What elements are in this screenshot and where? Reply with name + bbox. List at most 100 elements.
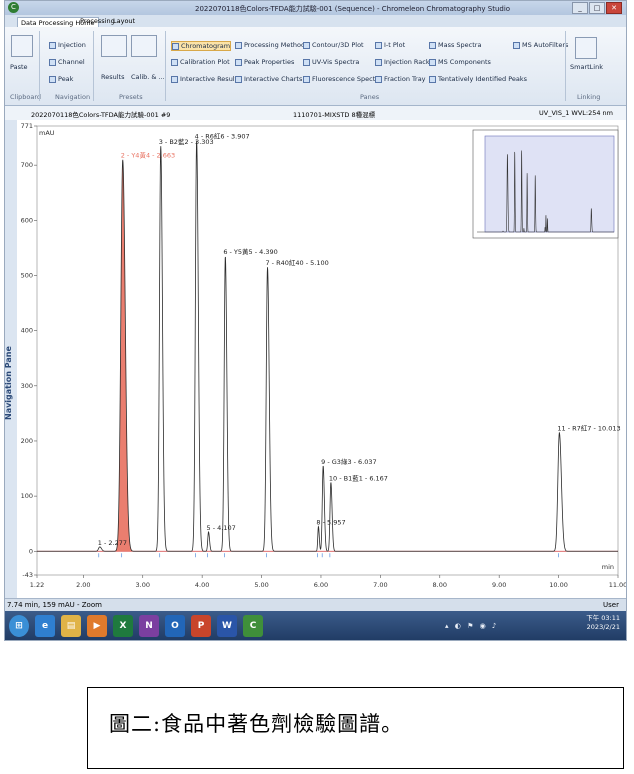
media-icon[interactable]: ▶	[87, 615, 107, 637]
tab-processing[interactable]: Processing	[80, 17, 115, 25]
minimize-button[interactable]: _	[572, 2, 588, 14]
peak-label: 5 - 4.107	[207, 524, 236, 532]
i-t-plot-icon	[375, 41, 382, 49]
pane-interactive-charts[interactable]: Interactive Charts	[235, 75, 302, 83]
pane-tentatively-identified-peaks[interactable]: Tentatively Identified Peaks	[429, 75, 527, 83]
chromatogram-icon	[172, 42, 179, 50]
x-tick-label: 10.00	[549, 581, 568, 589]
pane-chromatogram[interactable]: Chromatogram	[171, 41, 232, 51]
fluorescence-spectra-icon	[303, 75, 310, 83]
clock[interactable]: 下午 03:11 2023/2/21	[586, 614, 620, 632]
mass-spectra-icon	[429, 41, 436, 49]
tab-layout[interactable]: Layout	[113, 17, 135, 25]
x-tick-label: 4.00	[195, 581, 209, 589]
peak-label: 6 - Y5黃5 - 4.390	[223, 247, 277, 256]
ribbon-divider	[93, 31, 94, 101]
outlook-icon[interactable]: O	[165, 615, 185, 637]
channel-label: UV_VIS_1 WVL:254 nm	[539, 109, 614, 117]
powerpoint-icon[interactable]: P	[191, 615, 211, 637]
group-navigation: Navigation	[55, 93, 91, 101]
peak-icon	[49, 75, 56, 83]
pane-contour-3d-plot[interactable]: Contour/3D Plot	[303, 41, 364, 49]
onenote-icon[interactable]: N	[139, 615, 159, 637]
title-bar: C 2022070118色Colors-TFDA能力試驗-001 (Sequen…	[5, 1, 626, 15]
system-tray-icons[interactable]: ▴ ◐ ⚑ ◉ ♪	[445, 622, 498, 630]
group-presets: Presets	[119, 93, 143, 101]
pane-calibration-plot[interactable]: Calibration Plot	[171, 58, 230, 66]
chromeleon-taskbar-icon[interactable]: C	[243, 615, 263, 637]
nav-peak[interactable]: Peak	[49, 75, 73, 83]
navigation-pane-label: Navigation Pane	[4, 346, 13, 420]
chromatogram-chart[interactable]: -43 0 100 200 300 400 500 600 700 771 mAU 1.22 2.00 3…	[17, 120, 626, 598]
y-tick-label: 400	[21, 327, 33, 335]
smartlink-icon[interactable]	[575, 37, 597, 59]
screenshot-window: C 2022070118色Colors-TFDA能力試驗-001 (Sequen…	[4, 0, 627, 641]
channel-icon	[49, 58, 56, 66]
taskbar: ⊞ e ▤ ▶ X N O P W C ▴ ◐ ⚑ ◉ ♪ 下午 03:11 2…	[5, 611, 626, 640]
x-tick-label: 9.00	[492, 581, 506, 589]
uv-vis-spectra-icon	[303, 58, 310, 66]
figure-caption: 圖二:食品中著色劑檢驗圖譜。	[109, 712, 404, 736]
y-tick-label: 300	[21, 382, 33, 390]
peak-label: 10 - B1藍1 - 6.167	[329, 473, 388, 482]
paste-icon[interactable]	[11, 35, 33, 57]
pane-mass-spectra[interactable]: Mass Spectra	[429, 41, 481, 49]
x-tick-label: 2.00	[76, 581, 90, 589]
peak-label: 2 - Y4黃4 - 2.663	[121, 151, 175, 160]
chromatogram-svg[interactable]: -43 0 100 200 300 400 500 600 700 771 mAU 1.22 2.00 3…	[17, 120, 626, 598]
x-tick-label: 5.00	[254, 581, 268, 589]
word-icon[interactable]: W	[217, 615, 237, 637]
peak-properties-icon	[235, 58, 242, 66]
pane-processing-method[interactable]: Processing Method	[235, 41, 305, 49]
pane-peak-properties[interactable]: Peak Properties	[235, 58, 294, 66]
injection-rack-icon	[375, 58, 382, 66]
tentative-peaks-icon	[429, 75, 436, 83]
pane-ms-autofilters[interactable]: MS AutoFilters	[513, 41, 568, 49]
ribbon-divider	[565, 31, 566, 101]
peak-label: 1 - 2.277	[98, 539, 127, 547]
contour-plot-icon	[303, 41, 310, 49]
ie-icon[interactable]: e	[35, 615, 55, 637]
close-button[interactable]: ✕	[606, 2, 622, 14]
interactive-charts-icon	[235, 75, 242, 83]
y-tick-label: 500	[21, 271, 33, 279]
group-linking: Linking	[577, 93, 601, 101]
smartlink-button[interactable]: SmartLink	[570, 63, 603, 71]
chromeleon-icon[interactable]: C	[8, 2, 19, 13]
user-indicator: User	[603, 601, 619, 609]
paste-button[interactable]: Paste	[10, 63, 28, 71]
calibration-preset-icon[interactable]	[131, 35, 157, 57]
x-tick-label: 3.00	[136, 581, 150, 589]
highlighted-peak-area	[104, 159, 145, 552]
peak-label: 9 - G3綠3 - 6.037	[321, 457, 377, 466]
status-bar: 7.74 min, 159 mAU - Zoom User	[5, 598, 626, 612]
pane-i-t-plot[interactable]: I-t Plot	[375, 41, 405, 49]
excel-icon[interactable]: X	[113, 615, 133, 637]
sample-label: 1110701-MIXSTD 8種混標	[293, 111, 376, 119]
nav-injection[interactable]: Injection	[49, 41, 86, 49]
results-preset-icon[interactable]	[101, 35, 127, 57]
clock-time: 下午 03:11	[586, 614, 620, 622]
pane-uv-vis-spectra[interactable]: UV-Vis Spectra	[303, 58, 359, 66]
peak-label: 11 - R7紅7 - 10.013	[557, 424, 620, 433]
pane-interactive-results[interactable]: Interactive Results	[171, 75, 241, 83]
ribbon-divider	[39, 31, 40, 101]
ribbon-tabs: Data Processing Home Processing Layout	[5, 15, 626, 29]
pane-injection-rack[interactable]: Injection Rack	[375, 58, 430, 66]
group-panes: Panes	[360, 93, 380, 101]
results-button[interactable]: Results	[101, 73, 124, 81]
nav-channel[interactable]: Channel	[49, 58, 85, 66]
maximize-button[interactable]: □	[589, 2, 605, 14]
peak-label: 8 - 5.957	[316, 518, 345, 526]
y-tick-label: 771	[21, 122, 33, 130]
folder-icon[interactable]: ▤	[61, 615, 81, 637]
calib-button[interactable]: Calib. & ...	[131, 73, 165, 81]
fraction-tray-icon	[375, 75, 382, 83]
pane-fraction-tray[interactable]: Fraction Tray	[375, 75, 426, 83]
pane-fluorescence-spectra[interactable]: Fluorescence Spectra	[303, 75, 382, 83]
sequence-label: 2022070118色Colors-TFDA能力試驗-001 #9	[31, 111, 171, 119]
injection-icon	[49, 41, 56, 49]
windows-start-icon[interactable]: ⊞	[9, 615, 29, 637]
pane-ms-components[interactable]: MS Components	[429, 58, 491, 66]
processing-method-icon	[235, 41, 242, 49]
